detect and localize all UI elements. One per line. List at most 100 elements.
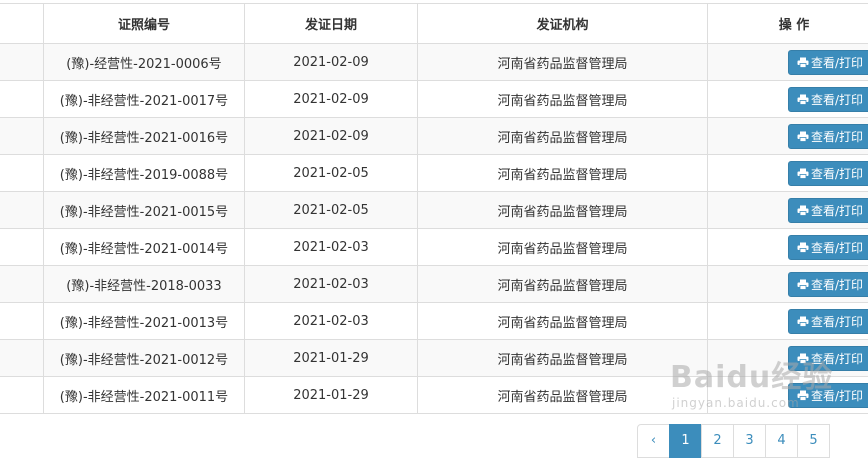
print-icon [797, 57, 809, 68]
issue-date-cell: 2021-02-03 [245, 229, 418, 266]
view-print-label: 查看/打印 [811, 387, 863, 404]
row-leading-cell [0, 340, 44, 377]
print-icon [797, 353, 809, 364]
cert-number-cell: (豫)-非经营性-2018-0033 [44, 266, 245, 303]
print-icon [797, 279, 809, 290]
view-print-button[interactable]: 查看/打印 [788, 161, 868, 186]
view-print-label: 查看/打印 [811, 276, 863, 293]
row-leading-cell [0, 81, 44, 118]
table-row: (豫)-经营性-2021-0006号2021-02-09河南省药品监督管理局 查看… [0, 44, 868, 81]
table-row: (豫)-非经营性-2021-0013号2021-02-03河南省药品监督管理局 查… [0, 303, 868, 340]
view-print-button[interactable]: 查看/打印 [788, 198, 868, 223]
row-leading-cell [0, 303, 44, 340]
cert-number-cell: (豫)-经营性-2021-0006号 [44, 44, 245, 81]
issuing-authority-cell: 河南省药品监督管理局 [418, 377, 708, 414]
pagination-page-2[interactable]: 2 [701, 424, 734, 458]
table-row: (豫)-非经营性-2021-0012号2021-01-29河南省药品监督管理局 查… [0, 340, 868, 377]
table-row: (豫)-非经营性-2021-0017号2021-02-09河南省药品监督管理局查… [0, 81, 868, 118]
cert-number-cell: (豫)-非经营性-2021-0017号 [44, 81, 245, 118]
row-leading-cell [0, 266, 44, 303]
view-print-button[interactable]: 查看/打印 [788, 87, 868, 112]
operations-cell: 查看/打印 [708, 81, 868, 118]
cert-number-cell: (豫)-非经营性-2019-0088号 [44, 155, 245, 192]
view-print-button[interactable]: 查看/打印 [788, 272, 868, 297]
pagination-page-1[interactable]: 1 [669, 424, 702, 458]
operations-cell: 查看/打印 [708, 303, 868, 340]
issue-date-cell: 2021-02-05 [245, 192, 418, 229]
operations-cell: 查看/打印 [708, 377, 868, 414]
operations-cell: 查看/打印 [708, 155, 868, 192]
operations-cell: 查看/打印 [708, 44, 868, 81]
row-leading-cell [0, 377, 44, 414]
operations-cell: 查看/打印 [708, 266, 868, 303]
issue-date-cell: 2021-02-03 [245, 303, 418, 340]
header-issue-date: 发证日期 [245, 4, 418, 44]
issue-date-cell: 2021-02-05 [245, 155, 418, 192]
issue-date-cell: 2021-01-29 [245, 340, 418, 377]
row-leading-cell [0, 229, 44, 266]
header-cert-number: 证照编号 [44, 4, 245, 44]
issuing-authority-cell: 河南省药品监督管理局 [418, 229, 708, 266]
operations-cell: 查看/打印 [708, 118, 868, 155]
pagination-page-5[interactable]: 5 [797, 424, 830, 458]
view-print-button[interactable]: 查看/打印 [788, 50, 868, 75]
table-row: (豫)-非经营性-2019-0088号2021-02-05河南省药品监督管理局 查… [0, 155, 868, 192]
issuing-authority-cell: 河南省药品监督管理局 [418, 192, 708, 229]
view-print-label: 查看/打印 [811, 239, 863, 256]
issue-date-cell: 2021-02-09 [245, 118, 418, 155]
row-leading-cell [0, 192, 44, 229]
cert-number-cell: (豫)-非经营性-2021-0012号 [44, 340, 245, 377]
issuing-authority-cell: 河南省药品监督管理局 [418, 303, 708, 340]
view-print-label: 查看/打印 [811, 165, 863, 182]
view-print-label: 查看/打印 [811, 202, 863, 219]
issuing-authority-cell: 河南省药品监督管理局 [418, 340, 708, 377]
pagination-prev[interactable]: ‹ [637, 424, 670, 458]
issuing-authority-cell: 河南省药品监督管理局 [418, 155, 708, 192]
row-leading-cell [0, 44, 44, 81]
issue-date-cell: 2021-02-09 [245, 81, 418, 118]
view-print-label: 查看/打印 [811, 91, 863, 108]
view-print-button[interactable]: 查看/打印 [788, 383, 868, 408]
table-row: (豫)-非经营性-2021-0014号2021-02-03河南省药品监督管理局 查… [0, 229, 868, 266]
pagination-page-4[interactable]: 4 [765, 424, 798, 458]
cert-number-cell: (豫)-非经营性-2021-0013号 [44, 303, 245, 340]
cert-number-cell: (豫)-非经营性-2021-0015号 [44, 192, 245, 229]
view-print-label: 查看/打印 [811, 313, 863, 330]
view-print-label: 查看/打印 [811, 128, 863, 145]
print-icon [797, 94, 809, 105]
print-icon [797, 242, 809, 253]
issue-date-cell: 2021-01-29 [245, 377, 418, 414]
view-print-button[interactable]: 查看/打印 [788, 309, 868, 334]
pagination-page-3[interactable]: 3 [733, 424, 766, 458]
issuing-authority-cell: 河南省药品监督管理局 [418, 118, 708, 155]
cert-number-cell: (豫)-非经营性-2021-0014号 [44, 229, 245, 266]
cert-number-cell: (豫)-非经营性-2021-0016号 [44, 118, 245, 155]
issue-date-cell: 2021-02-09 [245, 44, 418, 81]
view-print-label: 查看/打印 [811, 350, 863, 367]
operations-cell: 查看/打印 [708, 192, 868, 229]
table-header-row: 证照编号 发证日期 发证机构 操 作 [0, 4, 868, 44]
row-leading-cell [0, 118, 44, 155]
print-icon [797, 316, 809, 327]
table-row: (豫)-非经营性-2021-0015号2021-02-05河南省药品监督管理局 查… [0, 192, 868, 229]
license-table: 证照编号 发证日期 发证机构 操 作 (豫)-经营性-2021-0006号202… [0, 3, 868, 414]
operations-cell: 查看/打印 [708, 229, 868, 266]
header-cell-leading [0, 4, 44, 44]
print-icon [797, 131, 809, 142]
table-row: (豫)-非经营性-2021-0016号2021-02-09河南省药品监督管理局 查… [0, 118, 868, 155]
cert-number-cell: (豫)-非经营性-2021-0011号 [44, 377, 245, 414]
header-issuing-authority: 发证机构 [418, 4, 708, 44]
row-leading-cell [0, 155, 44, 192]
view-print-button[interactable]: 查看/打印 [788, 124, 868, 149]
view-print-button[interactable]: 查看/打印 [788, 346, 868, 371]
table-row: (豫)-非经营性-2021-0011号2021-01-29河南省药品监督管理局 查… [0, 377, 868, 414]
issuing-authority-cell: 河南省药品监督管理局 [418, 44, 708, 81]
print-icon [797, 168, 809, 179]
view-print-label: 查看/打印 [811, 54, 863, 71]
view-print-button[interactable]: 查看/打印 [788, 235, 868, 260]
print-icon [797, 205, 809, 216]
pagination: ‹ 12345 [638, 424, 830, 458]
issue-date-cell: 2021-02-03 [245, 266, 418, 303]
operations-cell: 查看/打印 [708, 340, 868, 377]
issuing-authority-cell: 河南省药品监督管理局 [418, 266, 708, 303]
